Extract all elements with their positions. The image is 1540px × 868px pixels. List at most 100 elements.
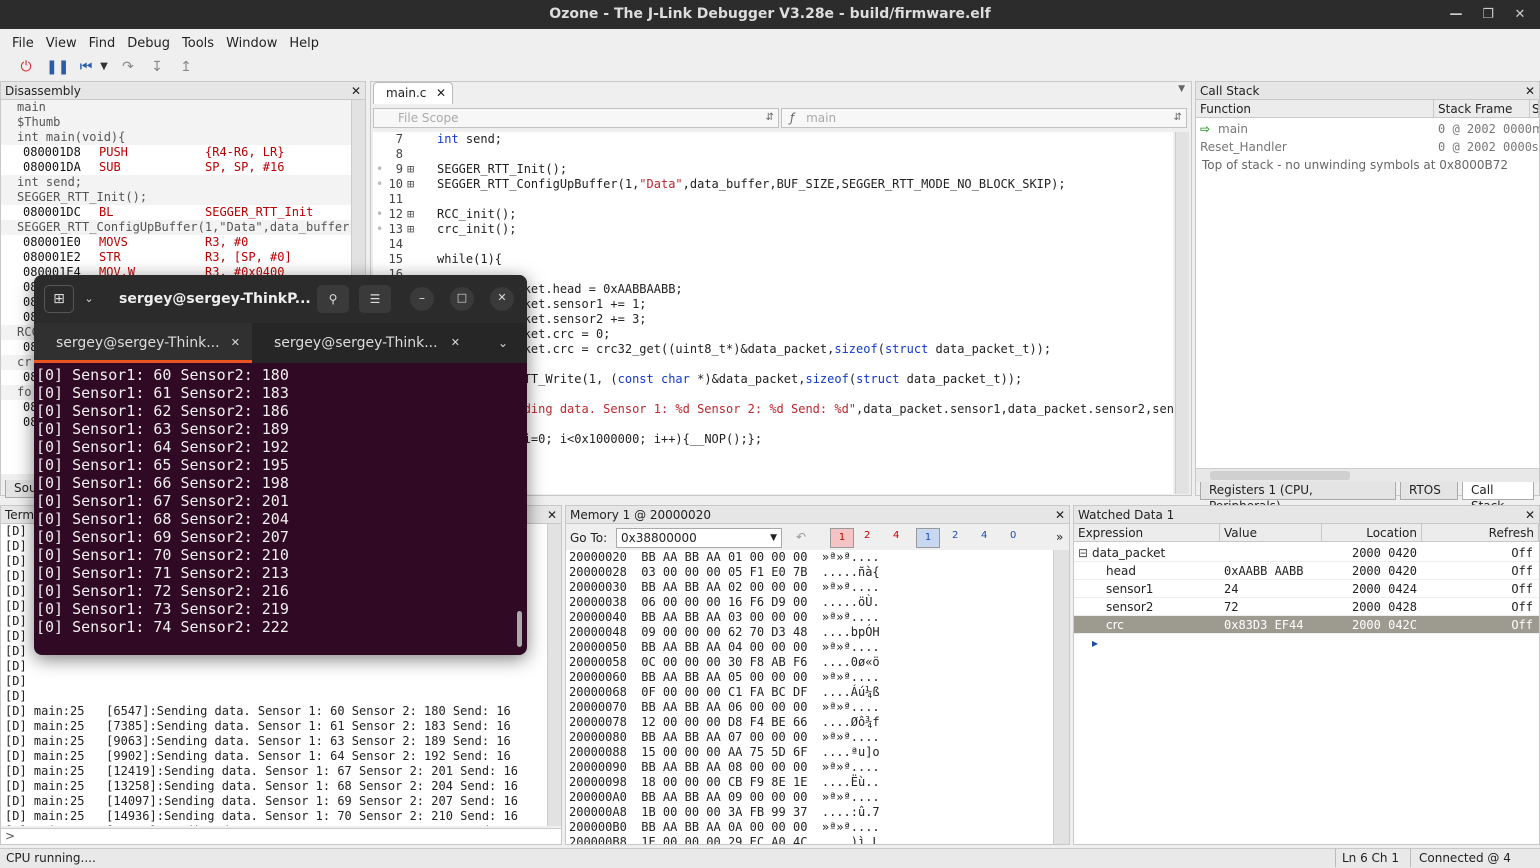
disassembly-line[interactable]: $Thumb [1, 115, 351, 130]
close-icon[interactable]: ✕ [547, 506, 557, 524]
memory-row[interactable]: 20000020 BB AA BB AA 01 00 00 00 »ª»ª...… [569, 550, 1053, 565]
memory-row[interactable]: 20000030 BB AA BB AA 02 00 00 00 »ª»ª...… [569, 580, 1053, 595]
col-refresh[interactable]: Refresh [1422, 524, 1539, 542]
close-icon[interactable]: ✕ [1055, 506, 1065, 524]
terminal-log-line[interactable]: [D] main:25 [7385]:Sending data. Sensor … [1, 719, 547, 734]
disassembly-line[interactable]: SEGGER_RTT_Init(); [1, 190, 351, 205]
memory-row[interactable]: 20000038 06 00 00 00 16 F6 D9 00 .....öÙ… [569, 595, 1053, 610]
terminal-output[interactable]: [0] Sensor1: 60 Sensor2: 180 [0] Sensor1:… [36, 366, 516, 646]
close-icon[interactable]: ✕ [451, 323, 460, 363]
memory-row[interactable]: 200000B0 BB AA BB AA 0A 00 00 00 »ª»ª...… [569, 820, 1053, 835]
menu-find[interactable]: Find [83, 34, 122, 54]
terminal-tab-2[interactable]: sergey@sergey-Think... ✕ [252, 323, 472, 363]
close-icon[interactable]: ✕ [1525, 82, 1535, 100]
menu-view[interactable]: View [40, 34, 83, 54]
memory-row[interactable]: 20000040 BB AA BB AA 03 00 00 00 »ª»ª...… [569, 610, 1053, 625]
memory-row[interactable]: 20000080 BB AA BB AA 07 00 00 00 »ª»ª...… [569, 730, 1053, 745]
terminal-log-line[interactable]: [D] main:25 [9063]:Sending data. Sensor … [1, 734, 547, 749]
watched-row[interactable]: sensor1 24 2000 0424 Off [1074, 580, 1539, 598]
menu-window[interactable]: Window [220, 34, 283, 54]
watched-row[interactable]: sensor2 72 2000 0428 Off [1074, 598, 1539, 616]
width-4-icon[interactable]: 4 [981, 530, 987, 541]
col-function[interactable]: Function [1196, 100, 1434, 118]
terminal-log-line[interactable]: [D] [1, 674, 547, 689]
col-value[interactable]: Value [1220, 524, 1322, 542]
memory-row[interactable]: 20000028 03 00 00 00 05 F1 E0 7B .....ñà… [569, 565, 1053, 580]
memory-dump[interactable]: 20000020 BB AA BB AA 01 00 00 00 »ª»ª...… [566, 550, 1053, 844]
tab-main-c[interactable]: main.c ✕ [373, 82, 453, 104]
width-2-icon[interactable]: 2 [952, 530, 958, 541]
terminal-log-line[interactable]: [D] main:25 [9902]:Sending data. Sensor … [1, 749, 547, 764]
reset-dropdown-icon[interactable]: ▼ [94, 56, 114, 78]
disassembly-line[interactable]: SEGGER_RTT_ConfigUpBuffer(1,"Data",data_… [1, 220, 351, 235]
memory-row[interactable]: 20000070 BB AA BB AA 06 00 00 00 »ª»ª...… [569, 700, 1053, 715]
disassembly-line[interactable]: main [1, 100, 351, 115]
minimize-icon[interactable]: — [1444, 0, 1468, 29]
menu-debug[interactable]: Debug [121, 34, 176, 54]
call-stack-hscroll[interactable] [1196, 468, 1539, 482]
source-line[interactable]: 12 • ⊞ RCC_init(); [373, 207, 1173, 222]
minimize-icon[interactable]: – [410, 287, 434, 311]
expand-icon[interactable]: ▸ [1092, 634, 1098, 652]
close-icon[interactable]: ✕ [351, 82, 361, 100]
tabs-dropdown-icon[interactable]: ⌄ [498, 323, 508, 363]
tab-call-stack[interactable]: Call Stack [1462, 482, 1534, 513]
source-line[interactable]: 14 [373, 237, 1173, 252]
expand-icon[interactable]: ⊞ [407, 162, 414, 177]
memory-row[interactable]: 20000078 12 00 00 00 D8 F4 BE 66 ....Øô¾… [569, 715, 1053, 730]
disassembly-line[interactable]: 080001DA SUB SP, SP, #16 [1, 160, 351, 175]
pause-icon[interactable]: ❚❚ [46, 56, 69, 78]
close-icon[interactable]: ✕ [1508, 0, 1532, 29]
breakpoint-1-icon[interactable]: 1 [830, 528, 854, 548]
goto-input[interactable]: 0x38800000 ▼ [616, 528, 782, 548]
step-out-icon[interactable]: ↥ [176, 56, 196, 78]
terminal-log-line[interactable]: [D] main:25 [14097]:Sending data. Sensor… [1, 794, 547, 809]
menu-file[interactable]: File [6, 34, 40, 54]
col-stack-frame[interactable]: Stack Frame [1434, 100, 1530, 118]
tab-menu-icon[interactable]: ▼ [1178, 84, 1185, 94]
collapse-icon[interactable]: ⊟ [1078, 544, 1088, 562]
source-line[interactable]: 10 • ⊞ SEGGER_RTT_ConfigUpBuffer(1,"Data",d… [373, 177, 1173, 192]
step-into-icon[interactable]: ↧ [147, 56, 167, 78]
terminal-log-line[interactable]: [D] [1, 689, 547, 704]
source-line[interactable]: 11 [373, 192, 1173, 207]
disassembly-line[interactable]: int main(void){ [1, 130, 351, 145]
disassembly-line[interactable]: 080001DC BL SEGGER_RTT_Init [1, 205, 351, 220]
source-line[interactable]: 7 int send; [373, 132, 1173, 147]
breakpoint-2-icon[interactable]: 2 [864, 530, 870, 541]
expand-icon[interactable]: ⊞ [407, 222, 414, 237]
terminal-log-line[interactable]: [D] main:25 [12419]:Sending data. Sensor… [1, 764, 547, 779]
breakpoint-4-icon[interactable]: 4 [893, 530, 899, 541]
terminal-log-line[interactable]: [D] main:25 [6547]:Sending data. Sensor … [1, 704, 547, 719]
breakpoint-dot-icon[interactable]: • [376, 222, 383, 237]
maximize-icon[interactable]: □ [450, 287, 474, 311]
disassembly-line[interactable]: 080001E2 STR R3, [SP, #0] [1, 250, 351, 265]
tab-registers[interactable]: Registers 1 (CPU, Peripherals) [1200, 482, 1396, 513]
memory-row[interactable]: 20000058 0C 00 00 00 30 F8 AB F6 ....0ø«… [569, 655, 1053, 670]
terminal-log-line[interactable]: [D] [1, 659, 547, 674]
disassembly-line[interactable]: 080001D8 PUSH {R4-R6, LR} [1, 145, 351, 160]
terminal-log-line[interactable]: [D] main:25 [15775]:Sending data. Sensor… [1, 824, 547, 826]
width-8-icon[interactable]: 0 [1010, 530, 1016, 541]
breakpoint-dot-icon[interactable]: • [376, 162, 383, 177]
search-icon[interactable]: ⚲ [317, 285, 349, 313]
terminal-scrollbar[interactable] [547, 524, 561, 826]
width-1-icon[interactable]: 1 [916, 528, 940, 548]
memory-row[interactable]: 20000050 BB AA BB AA 04 00 00 00 »ª»ª...… [569, 640, 1053, 655]
file-scope-select[interactable]: File Scope ⇵ [373, 108, 779, 128]
power-icon[interactable]: ⏻ [16, 56, 36, 78]
source-line[interactable]: 13 • ⊞ crc_init(); [373, 222, 1173, 237]
watched-add-row[interactable]: ▸ [1074, 634, 1539, 652]
restore-icon[interactable]: ❐ [1476, 0, 1500, 29]
back-icon[interactable]: ↶ [796, 530, 806, 544]
call-stack-row[interactable]: ⇨ main 0 @ 2002 0000 m [1196, 120, 1540, 138]
menu-icon[interactable]: ☰ [359, 285, 391, 313]
expand-icon[interactable]: ⊞ [407, 177, 414, 192]
memory-row[interactable]: 200000A8 1B 00 00 00 3A FB 99 37 ....:û.… [569, 805, 1053, 820]
function-select[interactable]: ƒ main ⇵ [781, 108, 1187, 128]
step-over-icon[interactable]: ↷ [118, 56, 138, 78]
disassembly-line[interactable]: 080001E0 MOVS R3, #0 [1, 235, 351, 250]
memory-row[interactable]: 20000048 09 00 00 00 62 70 D3 48 ....bpÓ… [569, 625, 1053, 640]
tab-rtos[interactable]: RTOS [1400, 482, 1458, 500]
memory-row[interactable]: 20000060 BB AA BB AA 05 00 00 00 »ª»ª...… [569, 670, 1053, 685]
